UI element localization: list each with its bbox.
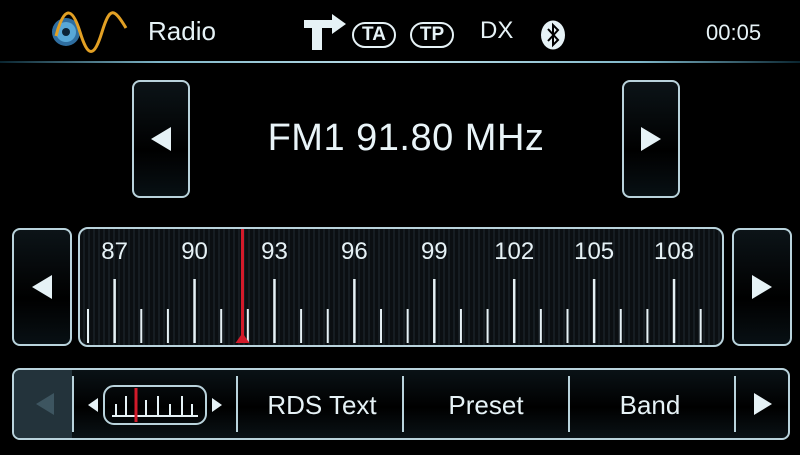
tuning-scale-graphic: 87 90 93 96 99 102 105 108 xyxy=(87,229,702,343)
rds-text-button[interactable]: RDS Text xyxy=(242,390,402,421)
band-button[interactable]: Band xyxy=(570,390,730,421)
tune-up-button[interactable] xyxy=(732,228,792,346)
divider xyxy=(734,376,736,432)
tune-down-button[interactable] xyxy=(12,228,72,346)
arrow-right-icon xyxy=(752,275,772,299)
divider xyxy=(236,376,238,432)
arrow-right-icon xyxy=(754,393,772,415)
divider xyxy=(72,376,74,432)
tuning-scale[interactable]: 87 90 93 96 99 102 105 108 xyxy=(78,227,724,347)
arrow-left-icon xyxy=(151,127,171,151)
page-title: Radio xyxy=(148,16,216,46)
arrow-left-icon xyxy=(36,393,54,415)
previous-page-button[interactable] xyxy=(14,370,72,438)
scale-label: 87 xyxy=(101,238,128,265)
arrow-right-icon xyxy=(641,127,661,151)
seek-down-button[interactable] xyxy=(132,80,190,198)
scale-label: 93 xyxy=(261,238,288,265)
divider xyxy=(402,376,404,432)
status-bar: Radio TA TP DX 00:05 xyxy=(0,0,800,63)
ta-toggle[interactable]: TA xyxy=(352,22,396,48)
frequency-display: FM1 91.80 MHz xyxy=(267,117,545,159)
scale-label: 96 xyxy=(341,238,368,265)
scale-label: 105 xyxy=(574,238,614,265)
manual-tune-icon[interactable] xyxy=(84,376,234,434)
next-page-button[interactable] xyxy=(738,370,788,438)
seek-up-button[interactable] xyxy=(622,80,680,198)
bottom-toolbar: RDS Text Preset Band xyxy=(12,368,790,440)
dx-toggle[interactable]: DX xyxy=(480,17,513,45)
preset-button[interactable]: Preset xyxy=(406,390,566,421)
scale-label: 102 xyxy=(494,238,534,265)
navigation-turn-icon[interactable] xyxy=(302,14,348,50)
scale-label: 90 xyxy=(181,238,208,265)
scale-label: 99 xyxy=(421,238,448,265)
tp-toggle[interactable]: TP xyxy=(410,22,454,48)
arrow-left-icon xyxy=(32,275,52,299)
scale-label: 108 xyxy=(654,238,694,265)
header-divider xyxy=(0,61,800,63)
clock: 00:05 xyxy=(706,20,762,45)
radio-wave-disc-icon[interactable] xyxy=(50,10,130,54)
bluetooth-icon xyxy=(541,20,565,50)
